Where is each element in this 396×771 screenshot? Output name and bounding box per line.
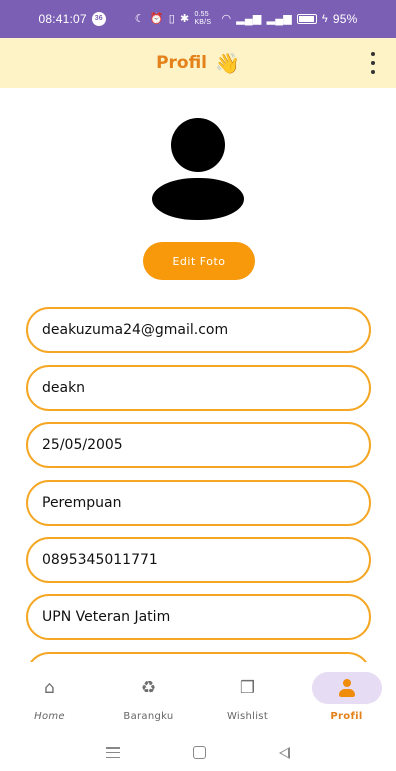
battery-icon	[296, 14, 317, 24]
nav-icon-container	[311, 672, 382, 704]
gift-icon: ❒	[239, 677, 256, 698]
email-field[interactable]: deakuzuma24@gmail.com	[26, 307, 371, 353]
edit-photo-button[interactable]: Edit Foto	[143, 242, 255, 280]
nav-item-wishlist[interactable]: ❒ Wishlist	[198, 662, 297, 734]
home-icon: ⌂	[44, 677, 55, 698]
person-icon	[338, 679, 356, 697]
nav-label-barangku: Barangku	[123, 711, 174, 722]
dot	[371, 61, 375, 65]
wifi-icon: ◠	[221, 12, 232, 25]
bottom-navigation: ⌂ Home ♻ Barangku ❒ Wishlist Profil	[0, 662, 396, 734]
nav-item-barangku[interactable]: ♻ Barangku	[99, 662, 198, 734]
charging-icon: ϟ	[321, 12, 328, 25]
dot	[371, 52, 375, 56]
status-time: 08:41:07	[38, 12, 87, 26]
dot	[371, 70, 375, 74]
back-triangle-icon[interactable]	[278, 746, 290, 759]
signal-icon: ▂▄▆	[266, 12, 292, 25]
birth-date-field[interactable]: 25/05/2005	[26, 422, 371, 468]
recycle-icon: ♻	[140, 677, 157, 698]
nav-label-wishlist: Wishlist	[226, 711, 269, 722]
nav-label-home: Home	[34, 711, 65, 722]
avatar-body	[152, 178, 244, 220]
system-navigation-bar	[0, 734, 396, 771]
moon-icon: ☾	[134, 12, 145, 25]
alarm-icon: ⏰	[149, 12, 164, 25]
net-speed: 0.55 KB/S	[194, 11, 212, 26]
app-bar: Profil 👋	[0, 38, 396, 88]
signal-icon: ▂▄▆	[236, 12, 262, 25]
avatar-head	[171, 118, 225, 172]
nav-item-profil[interactable]: Profil	[297, 662, 396, 734]
institution-field[interactable]: UPN Veteran Jatim	[26, 594, 371, 640]
recent-apps-icon[interactable]	[106, 747, 121, 758]
status-bar: 08:41:07 36 ☾ ⏰ ▯ ✱ 0.55 KB/S ◠ ▂▄▆ ▂▄▆ …	[0, 0, 396, 38]
username-field[interactable]: deakn	[26, 365, 371, 411]
profile-avatar	[150, 118, 246, 220]
gender-field[interactable]: Perempuan	[26, 480, 371, 526]
nav-icon-container: ♻	[114, 672, 184, 704]
nav-icon-container: ⌂	[15, 672, 85, 704]
overflow-menu-button[interactable]	[366, 52, 380, 74]
notification-badge: 36	[91, 12, 106, 26]
page-title: Profil	[156, 53, 208, 73]
phone-field[interactable]: 0895345011771	[26, 537, 371, 583]
nav-item-home[interactable]: ⌂ Home	[0, 662, 99, 734]
home-square-icon[interactable]	[192, 746, 206, 759]
waving-hand-icon: 👋	[215, 51, 240, 75]
bluetooth-icon: ✱	[180, 12, 190, 25]
nav-icon-container: ❒	[213, 672, 283, 704]
battery-level: 95%	[332, 12, 358, 26]
vibrate-icon: ▯	[168, 12, 176, 25]
nav-label-profil: Profil	[330, 711, 363, 722]
